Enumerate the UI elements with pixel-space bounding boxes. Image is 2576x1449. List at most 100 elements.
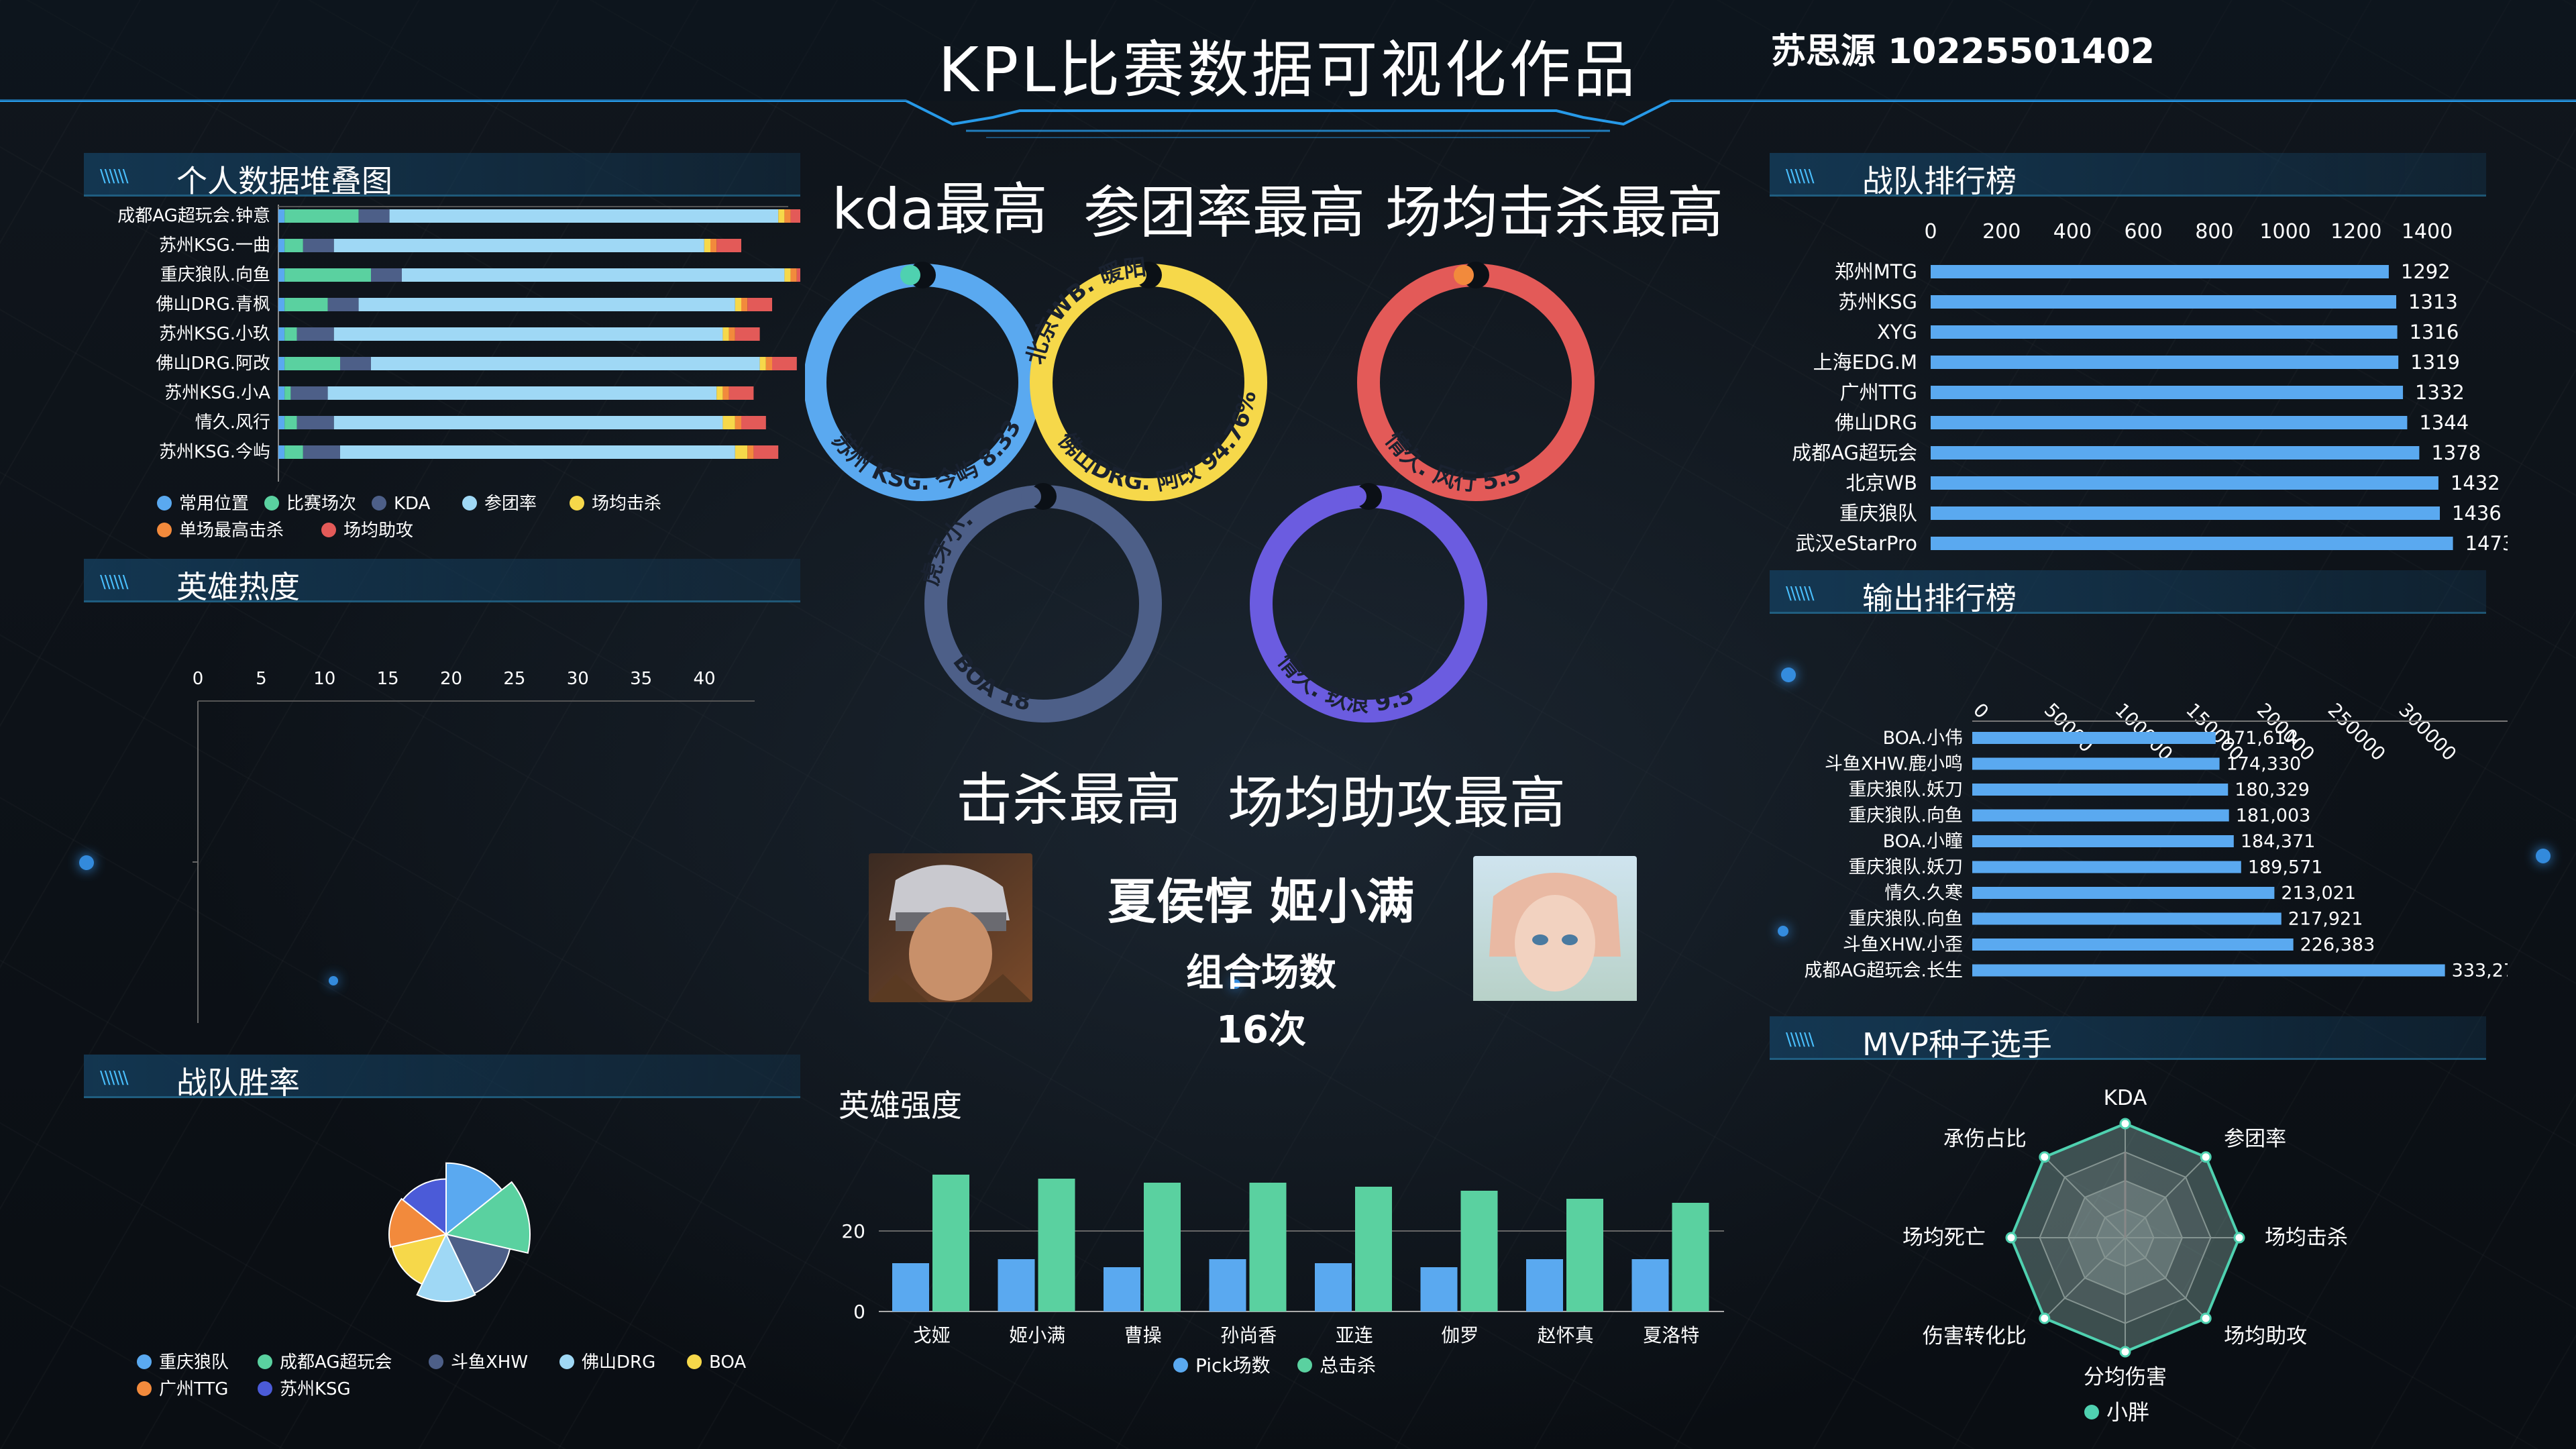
panel-title: 战队胜率 xyxy=(176,1065,300,1101)
combo-count: 16次 xyxy=(1216,1008,1306,1052)
bar xyxy=(1972,809,2229,822)
ring-label-text: 情久. 玖浪 9.5 xyxy=(1273,649,1417,718)
legend-dot xyxy=(570,496,584,511)
category-label: 重庆狼队.向鱼 xyxy=(160,265,270,285)
x-tick-label: 200 xyxy=(1982,220,2021,244)
category-label: 重庆狼队.向鱼 xyxy=(1848,806,1963,826)
stack-segment xyxy=(284,239,303,252)
personal-stack-chart: 成都AG超玩会.钟意苏州KSG.一曲重庆狼队.向鱼佛山DRG.青枫苏州KSG.小… xyxy=(117,205,800,541)
panel-deco-icon: \\\\\\ xyxy=(1786,584,1815,604)
x-tick-label: 20 xyxy=(440,669,462,689)
category-label: 苏州KSG.小A xyxy=(164,383,270,403)
x-tick-label: 0 xyxy=(1924,220,1937,244)
stack-segment xyxy=(303,239,334,252)
bar-kills xyxy=(1355,1187,1392,1311)
hero-strength-chart: 0 20 戈娅 姬小满 曹操 孙尚香 亚连 伽罗 赵怀真 夏洛特 Pick场数 总击杀 xyxy=(841,1175,1724,1377)
x-tick-label: 0 xyxy=(1969,699,1993,723)
bar xyxy=(1972,784,2229,796)
panel-title: 英雄热度 xyxy=(176,569,300,605)
legend-label: BOA xyxy=(709,1352,746,1373)
x-tick-label: 1400 xyxy=(2402,220,2453,244)
stack-segment xyxy=(290,386,328,400)
radar-point xyxy=(2119,1346,2131,1358)
ring-indicator xyxy=(1346,486,1366,506)
category-label: 重庆狼队.向鱼 xyxy=(1848,909,1963,930)
category-label: 佛山DRG.青枫 xyxy=(156,294,271,315)
panel-header-output-rank: \\\\\\ 输出排行榜 xyxy=(1770,570,2486,616)
panel-deco-icon: \\\\\\ xyxy=(100,572,129,592)
value-label: 1436 xyxy=(2452,502,2502,525)
legend-dot xyxy=(137,1354,152,1369)
category-label: 情久.久寒 xyxy=(1884,883,1963,904)
legend-dot xyxy=(258,1381,272,1396)
panel-deco-icon: \\\\\\ xyxy=(100,166,129,186)
combo-hero-names: 夏侯惇 姬小满 xyxy=(1108,873,1415,930)
bar xyxy=(1931,295,2397,309)
stack-segment xyxy=(284,209,359,223)
category-label: 佛山DRG xyxy=(1835,411,1917,434)
radar-point xyxy=(2200,1312,2212,1324)
category-label: 北京WB xyxy=(1845,472,1917,494)
bar-kills xyxy=(932,1175,969,1311)
stack-segment xyxy=(278,445,285,459)
bar-kills xyxy=(1672,1203,1709,1311)
category-label: BOA.小伟 xyxy=(1883,728,1963,749)
legend-label: KDA xyxy=(394,494,431,514)
stack-segment xyxy=(784,268,791,282)
stack-segment xyxy=(278,209,285,223)
category-label: 上海EDG.M xyxy=(1813,351,1917,374)
category-label: 赵怀真 xyxy=(1538,1324,1594,1346)
stack-segment xyxy=(371,357,760,370)
category-label: 曹操 xyxy=(1124,1324,1162,1346)
stack-segment xyxy=(333,239,704,252)
bar-pick xyxy=(1631,1259,1669,1311)
x-tick-label: 25 xyxy=(503,669,525,689)
x-tick-label: 15 xyxy=(377,669,399,689)
ring-indicator xyxy=(1454,265,1474,285)
radar-point xyxy=(2039,1151,2051,1163)
radar-point xyxy=(2119,1118,2131,1130)
category-label: 情久.风行 xyxy=(195,413,270,433)
x-tick-label: 1000 xyxy=(2259,220,2310,244)
bar xyxy=(1972,835,2234,847)
hero-heat-chart: 0 5 10 15 20 25 30 35 40 xyxy=(193,669,755,1023)
category-label: 成都AG超玩会.钟意 xyxy=(117,206,270,226)
legend-label: 重庆狼队 xyxy=(159,1352,229,1373)
value-label: 1344 xyxy=(2419,411,2469,434)
category-label: 成都AG超玩会 xyxy=(1792,441,1917,464)
legend-label: 常用位置 xyxy=(179,494,249,514)
stack-segment xyxy=(735,445,748,459)
stack-segment xyxy=(284,327,297,341)
ring-indicator xyxy=(900,265,920,285)
legend-label: 广州TTG xyxy=(159,1379,228,1399)
bar-pick xyxy=(1315,1263,1352,1311)
category-label: 亚连 xyxy=(1336,1324,1373,1346)
panel-deco-icon: \\\\\\ xyxy=(1786,166,1815,186)
radar-axis-label: KDA xyxy=(2104,1086,2147,1110)
stack-segment xyxy=(753,445,779,459)
caption-avg-assist: 场均助攻最高 xyxy=(1228,770,1566,836)
stack-segment xyxy=(710,239,717,252)
panel-title: 输出排行榜 xyxy=(1862,580,2017,616)
x-tick-label: 40 xyxy=(693,669,715,689)
legend-dot xyxy=(372,496,386,511)
team-win-rose-chart: 重庆狼队 成都AG超玩会 斗鱼XHW 佛山DRG BOA 广州TTG 苏州KSG xyxy=(137,1162,746,1399)
category-label: 苏州KSG.一曲 xyxy=(159,235,270,256)
bar xyxy=(1931,537,2453,550)
stack-segment xyxy=(303,445,340,459)
ring-indicator xyxy=(1021,486,1041,506)
top-player-rings: 苏州 KSG. 今屿 8.33佛山DRG. 阿改 94.76%北京WB. 暖阳.… xyxy=(805,248,1595,722)
radar-point xyxy=(2005,1232,2017,1244)
caption-participation: 参团率最高 xyxy=(1083,180,1366,246)
bar-pick xyxy=(998,1259,1035,1311)
stack-segment xyxy=(358,298,735,311)
legend-dot xyxy=(429,1354,443,1369)
y-tick-label: 0 xyxy=(853,1301,865,1323)
bar xyxy=(1931,506,2440,520)
bar xyxy=(1931,356,2399,369)
stack-segment xyxy=(729,327,735,341)
stack-segment xyxy=(784,209,791,223)
radar-axis-label: 伤害转化比 xyxy=(1923,1324,2027,1348)
stack-segment xyxy=(790,209,800,223)
legend-label: 场均击杀 xyxy=(592,494,661,514)
